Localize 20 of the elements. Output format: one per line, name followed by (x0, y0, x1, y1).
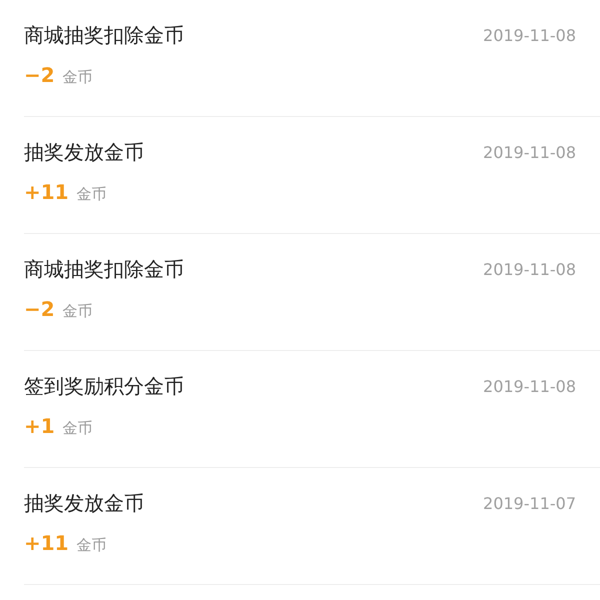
record-title: 签到奖励积分金币 (24, 373, 184, 400)
record-date: 2019-11-08 (483, 377, 576, 396)
coin-amount: +11 (24, 180, 69, 204)
record-title: 抽奖发放金币 (24, 139, 144, 166)
coin-unit: 金币 (62, 68, 93, 87)
record-date: 2019-11-08 (483, 260, 576, 279)
record-date: 2019-11-07 (483, 494, 576, 513)
coin-amount: −2 (24, 63, 55, 87)
coin-amount: +1 (24, 414, 55, 438)
coin-unit: 金币 (62, 302, 93, 321)
coin-amount: −2 (24, 297, 55, 321)
coin-amount: +11 (24, 531, 69, 555)
coin-unit: 金币 (62, 419, 93, 438)
coin-unit: 金币 (76, 536, 107, 555)
coin-unit: 金币 (76, 185, 107, 204)
record-title: 商城抽奖扣除金币 (24, 256, 184, 283)
record-date: 2019-11-08 (483, 143, 576, 162)
record-title: 商城抽奖扣除金币 (24, 22, 184, 49)
record-date: 2019-11-08 (483, 26, 576, 45)
record-title: 抽奖发放金币 (24, 490, 144, 517)
